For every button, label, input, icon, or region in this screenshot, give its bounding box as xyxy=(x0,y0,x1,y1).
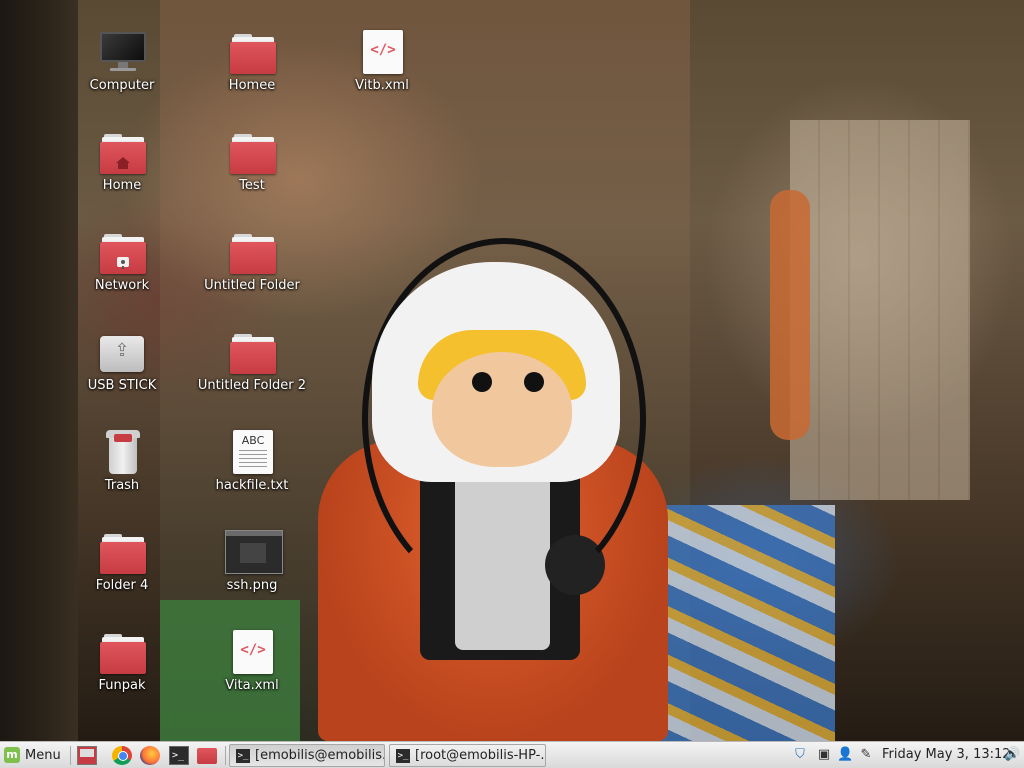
taskbar-window-title: [emobilis@emobilis... xyxy=(255,748,385,763)
desktop-icon-label: Homee xyxy=(228,78,276,93)
menu-label: Menu xyxy=(25,747,61,763)
text-file-icon: ABC xyxy=(230,430,276,474)
desktop-icon-vita-xml[interactable]: </> Vita.xml xyxy=(197,626,307,708)
desktop-icon-label: Vita.xml xyxy=(225,678,279,693)
shield-icon[interactable]: ⛉ xyxy=(792,747,808,763)
wallpaper-astronaut-face xyxy=(432,352,572,467)
trash-icon xyxy=(100,430,146,474)
desktop-icon-label: Home xyxy=(102,178,142,193)
wallpaper-coral xyxy=(770,190,810,440)
firefox-icon[interactable] xyxy=(140,746,160,765)
taskbar-separator xyxy=(225,746,226,765)
desktop-icon-network[interactable]: Network xyxy=(67,226,177,308)
computer-icon xyxy=(100,30,146,74)
desktop-icon-label: Untitled Folder 2 xyxy=(197,378,307,393)
desktop-icon-label: Trash xyxy=(104,478,140,493)
folder-icon xyxy=(230,30,276,74)
volume-icon[interactable]: 🔊 xyxy=(1004,747,1020,763)
desktop-icon-label: hackfile.txt xyxy=(215,478,289,493)
home-folder-icon xyxy=(100,130,146,174)
xml-file-preview: </> xyxy=(370,42,396,58)
usb-drive-icon: ⇪ xyxy=(100,330,146,374)
desktop-icon-label: Funpak xyxy=(98,678,146,693)
desktop-icon-label: Computer xyxy=(89,78,155,93)
desktop-icon-label: Folder 4 xyxy=(95,578,149,593)
xml-file-icon: </> xyxy=(360,30,406,74)
image-file-icon xyxy=(225,530,283,574)
terminal-icon[interactable]: >_ xyxy=(169,746,189,765)
desktop-icon-vitb-xml[interactable]: </> Vitb.xml xyxy=(327,26,437,108)
show-desktop-icon[interactable] xyxy=(77,746,97,765)
desktop-icon-funpak[interactable]: Funpak xyxy=(67,626,177,708)
folder-icon xyxy=(230,230,276,274)
taskbar-window-terminal-root[interactable]: >_ [root@emobilis-HP-... xyxy=(389,744,546,767)
clock[interactable]: Friday May 3, 13:12 xyxy=(882,747,1011,762)
taskbar-window-terminal-user[interactable]: >_ [emobilis@emobilis... xyxy=(229,744,385,767)
clipboard-icon[interactable]: ▣ xyxy=(816,747,832,763)
mint-logo-icon: m xyxy=(4,747,20,763)
desktop-icon-usb-stick[interactable]: ⇪ USB STICK xyxy=(67,326,177,408)
terminal-icon: >_ xyxy=(396,748,410,763)
xml-file-icon: </> xyxy=(230,630,276,674)
text-file-preview: ABC xyxy=(241,434,265,447)
terminal-icon: >_ xyxy=(236,748,250,763)
desktop-icon-hackfile-txt[interactable]: ABC hackfile.txt xyxy=(197,426,307,508)
desktop-icon-label: Untitled Folder xyxy=(204,278,300,293)
folder-icon xyxy=(230,330,276,374)
desktop-icon-folder-4[interactable]: Folder 4 xyxy=(67,526,177,608)
desktop-icon-label: Test xyxy=(239,178,265,193)
taskbar: m Menu >_ >_ [emobilis@emobilis... >_ [r… xyxy=(0,741,1024,768)
desktop-icon-trash[interactable]: Trash xyxy=(67,426,177,508)
desktop-icon-test[interactable]: Test xyxy=(197,126,307,208)
network-folder-icon xyxy=(100,230,146,274)
desktop-icon-label: Network xyxy=(94,278,150,293)
desktop-icon-homee[interactable]: Homee xyxy=(197,26,307,108)
user-icon[interactable]: 👤 xyxy=(837,747,853,763)
taskbar-window-title: [root@emobilis-HP-... xyxy=(415,748,546,763)
desktop-icon-home[interactable]: Home xyxy=(67,126,177,208)
desktop-icon-untitled-folder-2[interactable]: Untitled Folder 2 xyxy=(197,326,307,408)
taskbar-separator xyxy=(70,746,71,765)
wallpaper-astronaut-eye xyxy=(472,372,492,392)
wallpaper-astronaut-eye xyxy=(524,372,544,392)
desktop-icon-computer[interactable]: Computer xyxy=(67,26,177,108)
wallpaper-kite-packages xyxy=(645,505,835,741)
folder-icon xyxy=(100,630,146,674)
wallpaper-wood-panel xyxy=(790,120,970,500)
desktop-icon-untitled-folder[interactable]: Untitled Folder xyxy=(197,226,307,308)
chrome-icon[interactable] xyxy=(112,746,132,765)
xml-file-preview: </> xyxy=(240,642,266,658)
desktop-icon-label: ssh.png xyxy=(226,578,278,593)
menu-button[interactable]: m Menu xyxy=(4,745,61,765)
desktop-icon-ssh-png[interactable]: ssh.png xyxy=(197,526,307,608)
folder-icon xyxy=(100,530,146,574)
folder-icon xyxy=(230,130,276,174)
desktop-icon-label: USB STICK xyxy=(87,378,157,393)
desktop-icon-label: Vitb.xml xyxy=(355,78,409,93)
network-icon[interactable]: ✎ xyxy=(858,747,874,763)
files-icon[interactable] xyxy=(197,748,217,764)
